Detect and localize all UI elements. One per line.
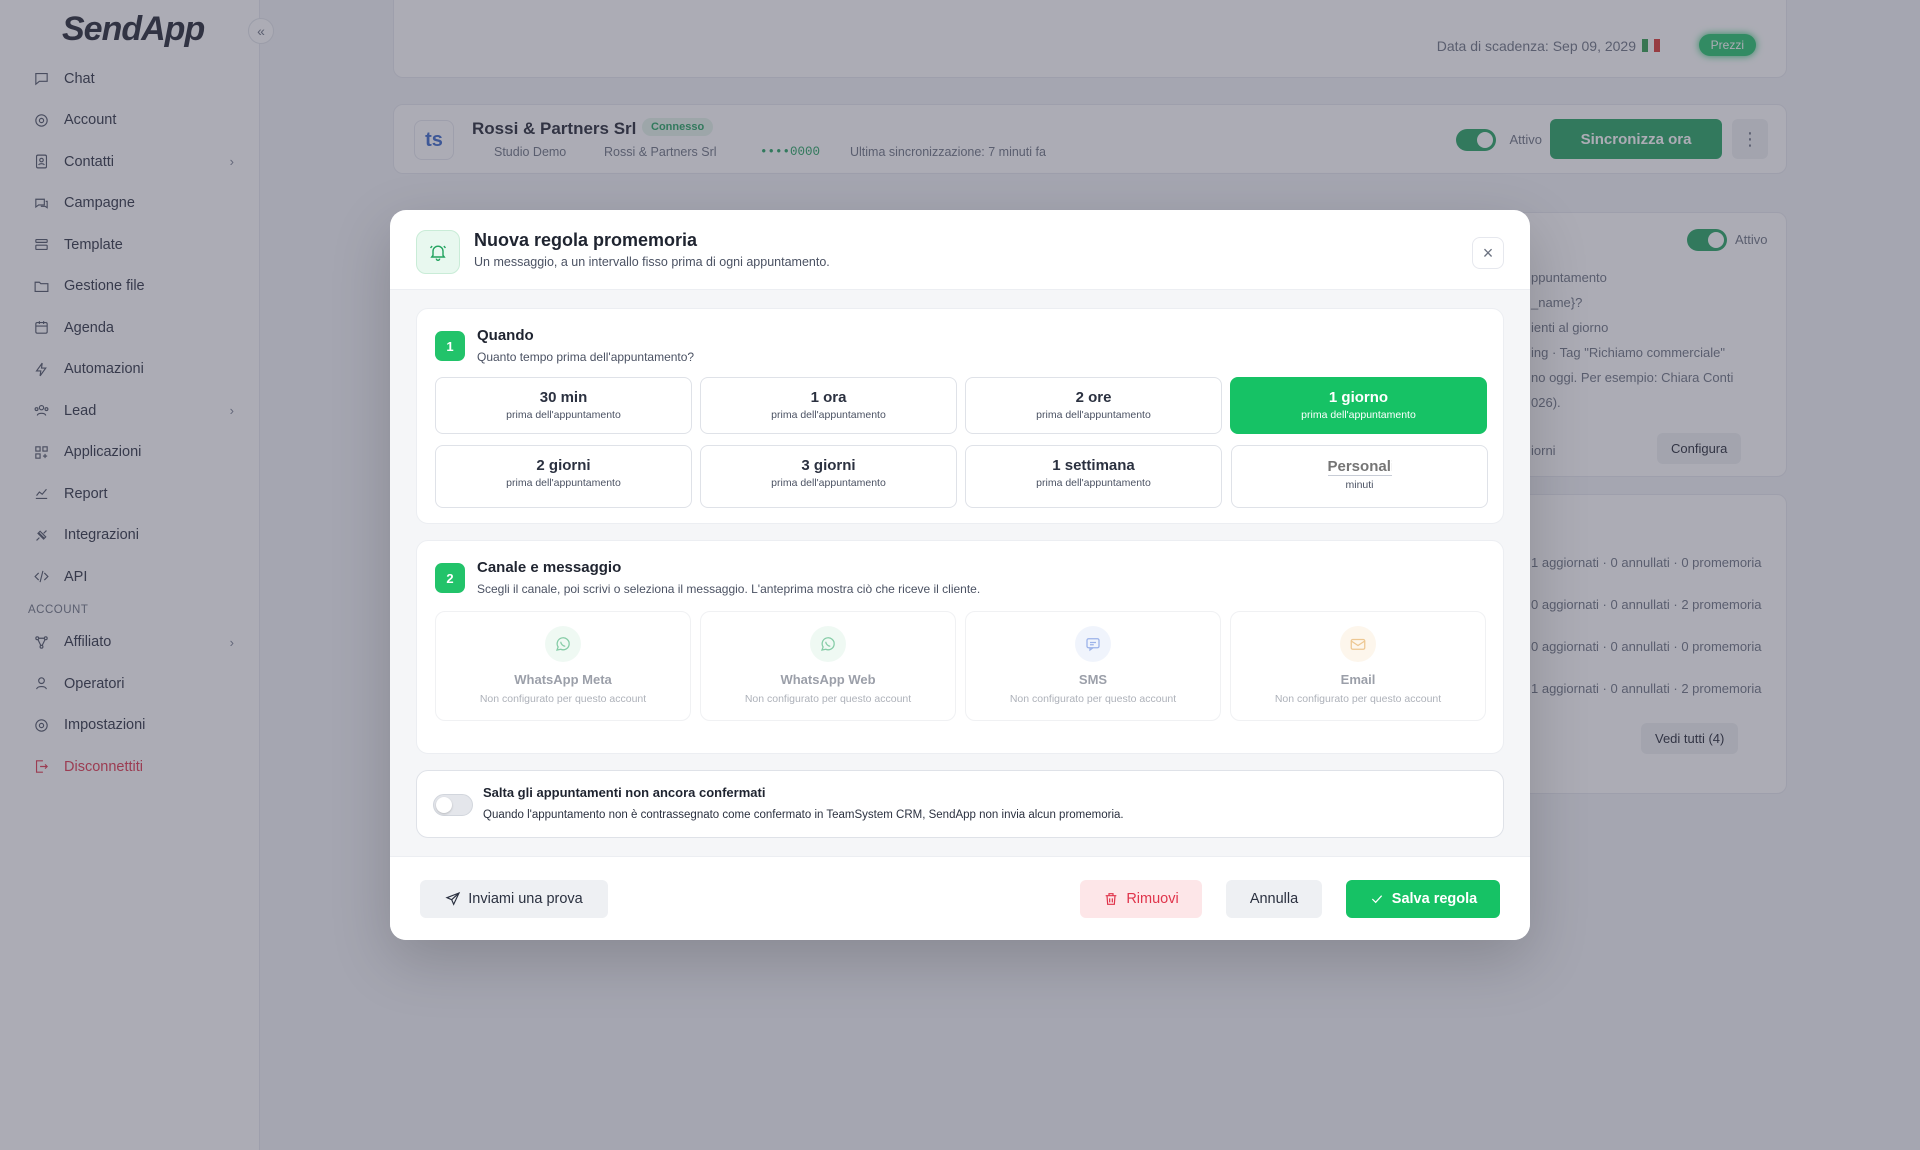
step-1-badge: 1 [435,331,465,361]
save-rule-label: Salva regola [1391,891,1478,907]
channel-status: Non configurato per questo account [1274,693,1442,705]
send-test-button[interactable]: Inviami una prova [420,880,608,918]
interval-option-custom[interactable]: minuti [1231,445,1488,508]
channel-status: Non configurato per questo account [1009,693,1177,705]
interval-option-2-giorni[interactable]: 2 giorni prima dell'appuntamento [435,445,692,508]
dialog-footer: Inviami una prova Rimuovi Annulla Salva … [390,856,1530,940]
mail-icon [1340,626,1376,662]
when-section: 1 Quando Quanto tempo prima dell'appunta… [416,308,1504,524]
interval-option-sub: prima dell'appuntamento [506,409,621,421]
interval-option-30-min[interactable]: 30 min prima dell'appuntamento [435,377,692,434]
channel-option-email[interactable]: Email Non configurato per questo account [1230,611,1486,721]
dialog-title: Nuova regola promemoria [474,230,698,250]
interval-option-label: 2 ore [1075,389,1112,406]
interval-option-label: 2 giorni [536,457,591,474]
interval-option-1-ora[interactable]: 1 ora prima dell'appuntamento [700,377,957,434]
sms-icon [1075,626,1111,662]
new-reminder-rule-dialog: Nuova regola promemoria Un messaggio, a … [390,210,1530,940]
interval-option-1-settimana[interactable]: 1 settimana prima dell'appuntamento [965,445,1222,508]
channel-section: 2 Canale e messaggio Scegli il canale, p… [416,540,1504,754]
channel-option-whatsapp-web[interactable]: WhatsApp Web Non configurato per questo a… [700,611,956,721]
custom-minutes-input[interactable] [1327,458,1392,476]
trash-icon [1105,893,1117,905]
channel-title: Canale e messaggio [477,559,622,576]
interval-option-label: 1 giorno [1328,389,1389,406]
channel-name: WhatsApp Meta [514,672,612,687]
channel-option-sms[interactable]: SMS Non configurato per questo account [965,611,1221,721]
interval-option-label: 3 giorni [801,457,856,474]
custom-unit-label: minuti [1345,479,1374,491]
cancel-label: Annulla [1249,891,1299,907]
skip-unconfirmed-subtitle: Quando l'appuntamento non è contrassegna… [483,809,1124,821]
interval-option-sub: prima dell'appuntamento [1301,409,1416,421]
dialog-header: Nuova regola promemoria Un messaggio, a … [390,210,1530,290]
channel-status: Non configurato per questo account [744,693,912,705]
close-icon[interactable]: × [1472,237,1504,269]
whatsapp-icon [545,626,581,662]
channel-name: SMS [1078,672,1108,687]
channel-subtitle: Scegli il canale, poi scrivi o seleziona… [477,582,981,596]
send-test-label: Inviami una prova [468,891,583,907]
interval-option-3-giorni[interactable]: 3 giorni prima dell'appuntamento [700,445,957,508]
interval-option-sub: prima dell'appuntamento [506,477,621,489]
interval-option-label: 30 min [539,389,588,406]
remove-button[interactable]: Rimuovi [1080,880,1202,918]
skip-unconfirmed-title: Salta gli appuntamenti non ancora confer… [483,785,766,800]
channel-name: WhatsApp Web [780,672,876,687]
whatsapp-icon [810,626,846,662]
skip-unconfirmed-toggle[interactable] [433,794,473,816]
channel-status: Non configurato per questo account [479,693,647,705]
bell-icon [416,230,460,274]
interval-option-2-ore[interactable]: 2 ore prima dell'appuntamento [965,377,1222,434]
check-icon [1371,895,1382,904]
interval-option-sub: prima dell'appuntamento [771,409,886,421]
remove-label: Rimuovi [1126,891,1179,907]
interval-option-sub: prima dell'appuntamento [1036,477,1151,489]
interval-option-label: 1 settimana [1052,457,1135,474]
when-title: Quando [477,327,534,344]
interval-option-sub: prima dell'appuntamento [771,477,886,489]
interval-option-sub: prima dell'appuntamento [1036,409,1151,421]
channel-option-whatsapp-meta[interactable]: WhatsApp Meta Non configurato per questo … [435,611,691,721]
interval-option-1-giorno[interactable]: 1 giorno prima dell'appuntamento [1230,377,1487,434]
send-icon [445,891,461,906]
channel-name: Email [1340,672,1376,687]
save-rule-button[interactable]: Salva regola [1346,880,1500,918]
skip-unconfirmed-option: Salta gli appuntamenti non ancora confer… [416,770,1504,838]
cancel-button[interactable]: Annulla [1226,880,1322,918]
dialog-subtitle: Un messaggio, a un intervallo fisso prim… [474,255,830,269]
when-subtitle: Quanto tempo prima dell'appuntamento? [477,350,695,364]
interval-option-label: 1 ora [810,389,847,406]
step-2-badge: 2 [435,563,465,593]
dialog-body: 1 Quando Quanto tempo prima dell'appunta… [390,290,1530,856]
